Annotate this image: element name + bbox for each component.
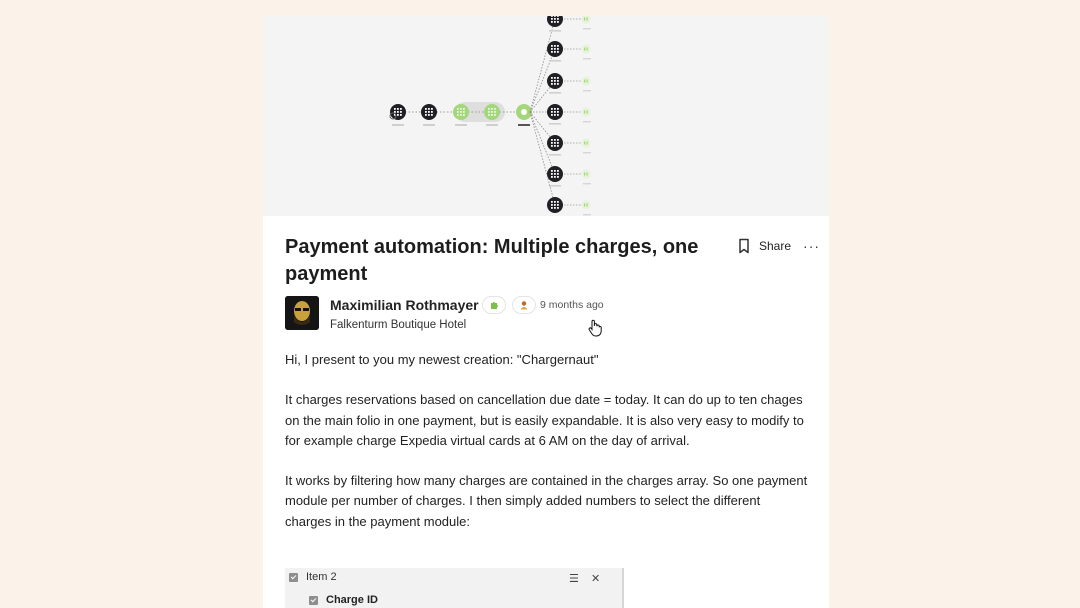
post-paragraph: It works by filtering how many charges a…	[285, 473, 808, 529]
author-name[interactable]: Maximilian Rothmayer	[330, 297, 479, 313]
hand-cursor-icon	[588, 319, 602, 337]
embed-field-label: Charge ID	[326, 594, 378, 606]
share-button[interactable]: Share	[759, 239, 791, 253]
close-icon: ✕	[591, 573, 601, 585]
author-badges	[482, 296, 536, 314]
post-actions: Share ···	[737, 236, 820, 256]
scenario-flow-diagram	[389, 16, 591, 216]
filter-node	[581, 169, 591, 179]
embed-item-label: Item 2	[306, 571, 337, 583]
more-options-icon[interactable]: ···	[803, 238, 820, 254]
post-title: Payment automation: Multiple charges, on…	[285, 236, 699, 285]
filter-node	[581, 138, 591, 148]
post-card: Payment automation: Multiple charges, on…	[263, 16, 829, 608]
person-badge-icon	[512, 296, 536, 314]
post-timestamp: 9 months ago	[540, 299, 604, 311]
embedded-screenshot: Item 2 ☰ ✕ Charge ID	[285, 568, 624, 608]
filter-node	[581, 200, 591, 210]
filter-node	[581, 16, 591, 24]
filter-node	[581, 107, 591, 117]
post-paragraph: It charges reservations based on cancell…	[285, 392, 804, 448]
embed-item-row: Item 2	[289, 571, 337, 583]
puzzle-badge-icon	[482, 296, 506, 314]
scenario-diagram-image[interactable]	[263, 16, 829, 216]
post-paragraph: Hi, I present to you my newest creation:…	[285, 352, 599, 367]
filter-node	[581, 44, 591, 54]
post-body: Hi, I present to you my newest creation:…	[285, 350, 809, 552]
filter-node	[581, 76, 591, 86]
hamburger-menu-icon: ☰	[569, 573, 579, 585]
checkbox-icon	[289, 572, 298, 582]
avatar[interactable]	[285, 296, 319, 330]
checkbox-icon	[309, 595, 318, 605]
bookmark-icon[interactable]	[737, 238, 751, 254]
embed-field-row: Charge ID	[309, 594, 378, 606]
author-organization: Falkenturm Boutique Hotel	[330, 319, 467, 331]
